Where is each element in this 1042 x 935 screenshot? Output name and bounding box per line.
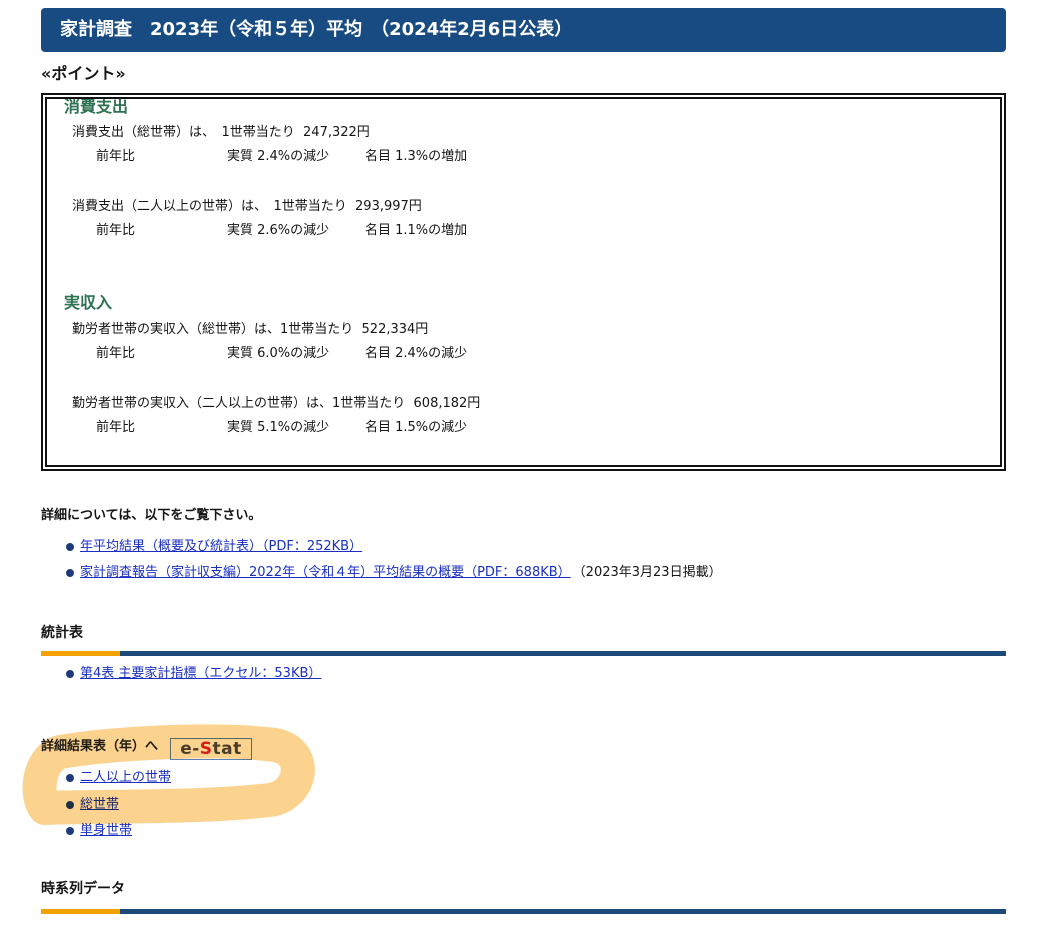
page-title: 家計調査 2023年（令和５年）平均 （2024年2月6日公表） <box>60 19 573 40</box>
list-item: 単身世帯 <box>66 821 132 841</box>
list-item: 年平均結果（概要及び統計表）（PDF：252KB） <box>66 537 362 557</box>
real-change: 実質 2.4%の減少 <box>227 149 330 164</box>
link-household-report-pdf[interactable]: 家計調査報告（家計収支編）2022年（令和４年）平均結果の概要（PDF：688K… <box>80 563 571 583</box>
income-two-plus-summary: 勤労者世帯の実収入（二人以上の世帯）は、1世帯当たり 608,182円 <box>72 396 481 411</box>
list-item: 家計調査報告（家計収支編）2022年（令和４年）平均結果の概要（PDF：688K… <box>66 563 722 583</box>
bullet-icon <box>66 801 74 809</box>
real-change: 実質 6.0%の減少 <box>227 346 330 361</box>
link-total-households[interactable]: 総世帯 <box>80 795 119 815</box>
section-rule <box>41 651 1006 656</box>
estat-logo-s: S <box>199 739 213 759</box>
consumption-two-plus-summary: 消費支出（二人以上の世帯）は、 1世帯当たり 293,997円 <box>72 199 422 214</box>
points-box: 消費支出 消費支出（総世帯）は、 1世帯当たり 247,322円 前年比 実質 … <box>41 93 1006 471</box>
bullet-icon <box>66 827 74 835</box>
list-item: 二人以上の世帯 <box>66 768 171 788</box>
yoy-label: 前年比 <box>96 346 136 361</box>
income-total-summary: 勤労者世帯の実収入（総世帯）は、1世帯当たり 522,334円 <box>72 322 429 337</box>
list-item: 総世帯 <box>66 795 119 815</box>
nominal-change: 名目 2.4%の減少 <box>365 346 468 361</box>
details-intro: 詳細については、以下をご覧下さい。 <box>41 508 262 523</box>
bullet-icon <box>66 774 74 782</box>
estat-logo-suffix: tat <box>212 739 242 759</box>
nominal-change: 名目 1.3%の増加 <box>365 149 468 164</box>
link-table4-excel[interactable]: 第4表 主要家計指標（エクセル：53KB） <box>80 664 321 684</box>
yoy-label: 前年比 <box>96 420 136 435</box>
detail-tables-heading: 詳細結果表（年）へ <box>41 739 159 754</box>
section-heading-tables: 統計表 <box>41 625 83 641</box>
link-two-plus-households[interactable]: 二人以上の世帯 <box>80 768 171 788</box>
yoy-label: 前年比 <box>96 223 136 238</box>
real-change: 実質 2.6%の減少 <box>227 223 330 238</box>
section-heading-income: 実収入 <box>64 293 113 312</box>
bullet-icon <box>66 543 74 551</box>
section-rule <box>41 909 1006 914</box>
point-label: «ポイント» <box>41 64 126 83</box>
section-heading-consumption: 消費支出 <box>64 97 129 116</box>
estat-logo: e- Stat <box>170 738 252 760</box>
link-single-households[interactable]: 単身世帯 <box>80 821 132 841</box>
yoy-label: 前年比 <box>96 149 136 164</box>
bullet-icon <box>66 670 74 678</box>
section-heading-timeseries: 時系列データ <box>41 881 125 897</box>
link-annual-results-pdf[interactable]: 年平均結果（概要及び統計表）（PDF：252KB） <box>80 537 362 557</box>
publish-date-note: （2023年3月23日掲載） <box>572 565 722 580</box>
consumption-total-summary: 消費支出（総世帯）は、 1世帯当たり 247,322円 <box>72 125 370 140</box>
list-item: 第4表 主要家計指標（エクセル：53KB） <box>66 664 321 684</box>
page-header: 家計調査 2023年（令和５年）平均 （2024年2月6日公表） <box>41 8 1006 52</box>
nominal-change: 名目 1.5%の減少 <box>365 420 468 435</box>
nominal-change: 名目 1.1%の増加 <box>365 223 468 238</box>
real-change: 実質 5.1%の減少 <box>227 420 330 435</box>
bullet-icon <box>66 569 74 577</box>
estat-logo-prefix: e- <box>180 739 200 759</box>
